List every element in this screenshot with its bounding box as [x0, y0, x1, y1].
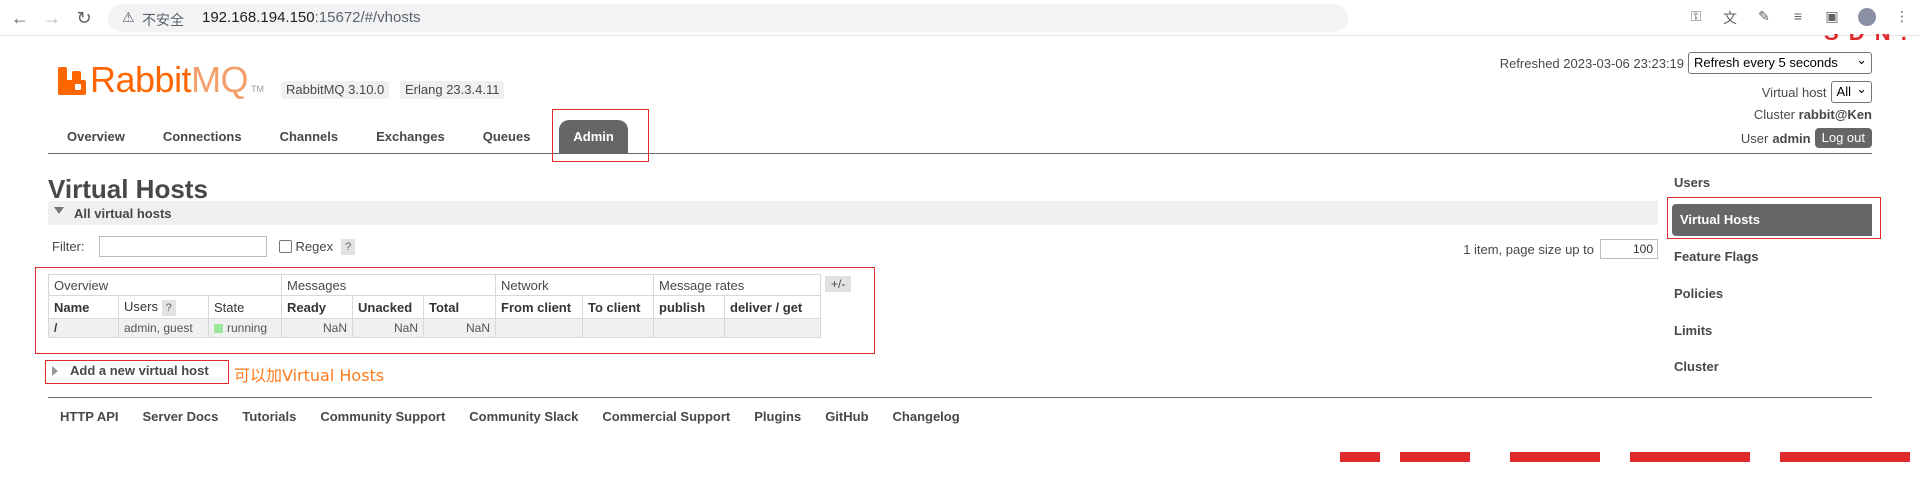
- footer-links: HTTP API Server Docs Tutorials Community…: [48, 405, 972, 429]
- user-info: User admin Log out: [1741, 128, 1872, 148]
- paging-label: 1 item, page size up to: [1463, 241, 1594, 257]
- tabs-divider: [48, 153, 1872, 154]
- rabbit-logo-icon: [58, 67, 86, 95]
- regex-help-button[interactable]: ?: [341, 238, 356, 255]
- table-highlight-box: [35, 267, 875, 354]
- refresh-status: Refreshed 2023-03-06 23:23:19 Refresh ev…: [1499, 50, 1872, 74]
- footer-link-tutorials[interactable]: Tutorials: [230, 405, 308, 429]
- footer-link-server-docs[interactable]: Server Docs: [131, 405, 231, 429]
- footer-link-changelog[interactable]: Changelog: [881, 405, 972, 429]
- tab-channels[interactable]: Channels: [261, 120, 358, 154]
- red-annotation-fragment-top: S D N . C O M: [1824, 34, 1920, 42]
- paging-control: 1 item, page size up to 100: [1463, 239, 1658, 259]
- cluster-label: Cluster: [1753, 107, 1796, 122]
- regex-label: Regex: [295, 239, 334, 254]
- sidepanel-icon[interactable]: ▣: [1824, 8, 1840, 28]
- vhost-select[interactable]: All: [1830, 79, 1872, 103]
- tab-queues[interactable]: Queues: [464, 120, 550, 154]
- forward-icon[interactable]: →: [42, 8, 62, 28]
- admin-tab-highlight-box: [552, 109, 649, 162]
- filter-row: Filter: Regex ?: [52, 236, 356, 257]
- refresh-interval-select[interactable]: Refresh every 5 seconds: [1688, 50, 1872, 74]
- sidebar-item-feature-flags[interactable]: Feature Flags: [1674, 249, 1759, 264]
- tab-connections[interactable]: Connections: [144, 120, 261, 154]
- sidebar-item-limits[interactable]: Limits: [1674, 323, 1712, 338]
- menu-icon[interactable]: ⋮: [1894, 8, 1910, 28]
- sidebar-item-policies[interactable]: Policies: [1674, 286, 1723, 301]
- logout-button[interactable]: Log out: [1814, 128, 1872, 148]
- insecure-label: 不安全: [142, 13, 184, 29]
- footer-divider: [48, 397, 1872, 398]
- footer-link-community-slack[interactable]: Community Slack: [457, 405, 590, 429]
- main-tabs: Overview Connections Channels Exchanges …: [48, 120, 638, 154]
- browser-actions: ⚿ 文 ✎ ≡ ▣ ⋮: [1688, 8, 1910, 28]
- footer-link-plugins[interactable]: Plugins: [742, 405, 813, 429]
- page-size-input[interactable]: 100: [1600, 239, 1658, 259]
- footer-link-commercial-support[interactable]: Commercial Support: [590, 405, 742, 429]
- tab-exchanges[interactable]: Exchanges: [357, 120, 464, 154]
- extension-icon[interactable]: ✎: [1756, 8, 1772, 28]
- red-annotation-fragment-bottom: [1340, 452, 1920, 462]
- section-label: All virtual hosts: [74, 206, 172, 221]
- erlang-version-badge: Erlang 23.3.4.11: [400, 81, 505, 99]
- logo-wordmark: RabbitMQ: [90, 59, 249, 100]
- key-icon[interactable]: ⚿: [1688, 8, 1704, 28]
- add-vhost-highlight-box: [45, 360, 229, 384]
- annotation-note: 可以加Virtual Hosts: [234, 366, 385, 385]
- vhost-filter: Virtual host All: [1761, 79, 1872, 103]
- back-icon[interactable]: ←: [10, 8, 30, 28]
- refreshed-timestamp: Refreshed 2023-03-06 23:23:19: [1499, 55, 1684, 71]
- address-bar[interactable]: ⚠ 不安全 192.168.194.150:15672/#/vhosts: [108, 4, 1348, 32]
- url-text[interactable]: 192.168.194.150:15672/#/vhosts: [202, 9, 421, 26]
- footer-link-community-support[interactable]: Community Support: [308, 405, 457, 429]
- tab-overview[interactable]: Overview: [48, 120, 144, 154]
- reading-list-icon[interactable]: ≡: [1790, 8, 1806, 28]
- footer-link-http-api[interactable]: HTTP API: [48, 405, 131, 429]
- regex-checkbox[interactable]: [278, 240, 292, 253]
- filter-input[interactable]: [98, 236, 267, 257]
- all-vhosts-section-toggle[interactable]: All virtual hosts: [48, 201, 1658, 225]
- footer-link-github[interactable]: GitHub: [813, 405, 880, 429]
- user-name: admin: [1772, 130, 1811, 146]
- user-label: User: [1740, 130, 1769, 146]
- browser-toolbar: ← → ↻ ⚠ 不安全 192.168.194.150:15672/#/vhos…: [0, 0, 1920, 36]
- rabbitmq-logo[interactable]: RabbitMQ TM: [58, 62, 264, 98]
- sidebar-item-users[interactable]: Users: [1674, 175, 1710, 190]
- cluster-info: Cluster rabbit@Ken: [1754, 107, 1872, 122]
- warning-icon[interactable]: ⚠: [122, 9, 135, 26]
- profile-icon[interactable]: [1858, 8, 1876, 26]
- reload-icon[interactable]: ↻: [74, 8, 94, 28]
- translate-icon[interactable]: 文: [1722, 8, 1738, 28]
- cluster-name: rabbit@Ken: [1798, 107, 1872, 122]
- sidebar-item-cluster[interactable]: Cluster: [1674, 359, 1719, 374]
- filter-label: Filter:: [52, 239, 85, 254]
- version-badge: RabbitMQ 3.10.0: [281, 81, 390, 99]
- vhost-label: Virtual host: [1761, 84, 1827, 100]
- logo-trademark: TM: [251, 84, 265, 94]
- sidebar-highlight-box: [1667, 197, 1881, 239]
- collapse-arrow-icon: [54, 207, 64, 214]
